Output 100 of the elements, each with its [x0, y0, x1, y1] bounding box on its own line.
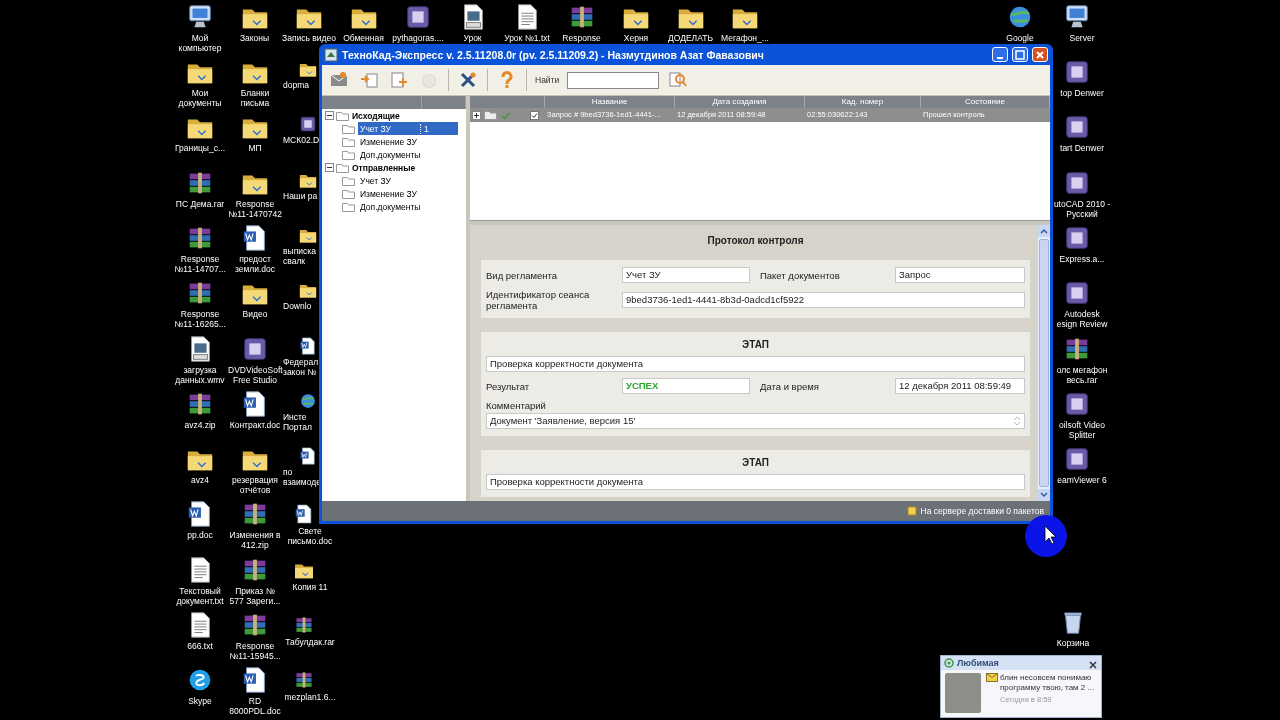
- input-field[interactable]: Проверка корректности документа: [486, 356, 1025, 372]
- desktop-icon-label[interactable]: Херня: [623, 33, 649, 43]
- word-document-icon[interactable]: [298, 335, 318, 356]
- desktop-icon-label[interactable]: Границы_с...: [174, 143, 226, 154]
- desktop-icon-label[interactable]: DVDVideoSoft Free Studio: [228, 364, 282, 385]
- desktop-icon-label[interactable]: олс мегафон весь.rar: [1053, 364, 1111, 385]
- expand-icon[interactable]: [472, 110, 481, 120]
- close-button[interactable]: [1032, 47, 1048, 62]
- application-icon[interactable]: [298, 114, 318, 135]
- column-header[interactable]: Кад. номер: [805, 96, 921, 108]
- desktop-icon-label[interactable]: Табулдак.rar: [285, 637, 335, 647]
- scroll-up-icon[interactable]: [1038, 225, 1050, 237]
- input-field[interactable]: Проверка корректности документа: [486, 474, 1025, 490]
- desktop-icon-label[interactable]: загрузка данных.wmv: [173, 364, 227, 385]
- scroll-down-icon[interactable]: [1038, 489, 1050, 501]
- desktop-icon-label[interactable]: Response №11-15945...: [228, 641, 282, 661]
- column-header[interactable]: Состояние: [921, 96, 1050, 108]
- minimize-button[interactable]: [992, 47, 1008, 62]
- desktop-icon-label[interactable]: Response №11-1470742: [228, 198, 282, 219]
- desktop-icon-label[interactable]: Видео: [242, 309, 268, 320]
- desktop-icon-label[interactable]: Response №11-16265...: [173, 309, 227, 330]
- desktop-icon-label[interactable]: резервация отчётов: [228, 475, 282, 496]
- desktop-icon-label[interactable]: tart Denwer: [1060, 143, 1104, 154]
- desktop-icon-label[interactable]: Downlo: [283, 301, 312, 312]
- input-field[interactable]: Учет ЗУ: [622, 267, 750, 283]
- desktop-icon-label[interactable]: Инсте Портал: [283, 411, 320, 432]
- checkbox[interactable]: [530, 110, 539, 120]
- tree-item[interactable]: Изменение ЗУ: [358, 135, 422, 148]
- desktop-icon-label[interactable]: МСК02.D: [283, 135, 320, 146]
- desktop-icon-label[interactable]: выписка свалк: [283, 245, 320, 266]
- import-icon: [359, 70, 379, 90]
- tree-item[interactable]: Изменение ЗУ: [358, 187, 422, 200]
- desktop-icon-label[interactable]: Наши ра: [283, 190, 318, 201]
- desktop-icon-label[interactable]: Контракт.doc: [229, 419, 281, 430]
- search-field[interactable]: [567, 71, 660, 89]
- desktop-icon-label[interactable]: Мой компьютер: [173, 33, 227, 53]
- desktop-icon-label[interactable]: Изменения в 412.zip: [228, 530, 282, 551]
- desktop-icon-label[interactable]: Урок: [463, 33, 482, 43]
- desktop-icon-label[interactable]: предост земли.doc: [228, 253, 282, 274]
- word-document-icon[interactable]: [298, 446, 318, 467]
- desktop-icon-label[interactable]: МП: [248, 143, 262, 154]
- input-field[interactable]: Документ 'Заявление, версия 15': [486, 413, 1025, 429]
- desktop-icon-label[interactable]: Бланки письма: [228, 88, 282, 108]
- collapse-icon[interactable]: [325, 163, 334, 172]
- desktop-icon-label[interactable]: Autodesk esign Review: [1053, 309, 1111, 330]
- desktop-icon-label[interactable]: pp.doc: [187, 530, 213, 541]
- minimize-icon: [997, 56, 1003, 59]
- desktop-icon-label[interactable]: utoCAD 2010 - Русский: [1053, 198, 1111, 219]
- collapse-icon[interactable]: [325, 111, 334, 120]
- desktop-icon-label[interactable]: Запись видео: [282, 33, 336, 43]
- scrollbar[interactable]: [1038, 225, 1050, 501]
- desktop-icon-label[interactable]: Копия 11: [292, 581, 328, 592]
- desktop-icon-label[interactable]: Express.a...: [1059, 253, 1105, 264]
- desktop-icon-label[interactable]: ДОДЕЛАТЬ: [668, 33, 713, 43]
- column-header[interactable]: Название: [545, 96, 675, 108]
- notification-title: Любимая: [957, 658, 1000, 668]
- tree-item[interactable]: Учет ЗУ 1: [358, 122, 458, 135]
- desktop-icon-label[interactable]: RD 8000PDL.doc: [228, 696, 282, 717]
- desktop-icon-label[interactable]: Корзина: [1056, 638, 1090, 648]
- desktop-icon-label[interactable]: oilsoft Video Splitter: [1053, 419, 1111, 440]
- desktop-icon-label[interactable]: dopma: [283, 80, 309, 90]
- desktop-icon-label[interactable]: Обменная: [343, 33, 384, 43]
- desktop-icon-label[interactable]: pythagoras....: [392, 33, 444, 43]
- desktop-icon-label[interactable]: Response: [562, 33, 601, 43]
- input-field[interactable]: 12 декабря 2011 08:59:49: [895, 378, 1025, 394]
- desktop-icon-label[interactable]: Законы: [239, 33, 270, 43]
- tree-item[interactable]: Учет ЗУ: [358, 174, 422, 187]
- desktop-icon-label[interactable]: Урок №1.txt: [504, 33, 550, 43]
- desktop-icon-label[interactable]: 666.txt: [187, 641, 213, 651]
- photo-placeholder: [945, 673, 981, 713]
- desktop-icon-label[interactable]: Свете письмо.doc: [283, 526, 337, 547]
- desktop-icon-label[interactable]: Skype: [188, 696, 212, 707]
- desktop-icon-label[interactable]: top Denwer: [1060, 88, 1104, 98]
- desktop-icon-label[interactable]: Мои документы: [173, 88, 227, 108]
- desktop-icon-label[interactable]: Текстовый документ.txt: [173, 585, 227, 606]
- desktop-icon-label[interactable]: Google: [1006, 33, 1034, 43]
- desktop-icon-label[interactable]: Мегафон_...: [721, 33, 769, 43]
- input-field[interactable]: Запрос: [895, 267, 1025, 283]
- close-button[interactable]: [1088, 658, 1098, 668]
- tree-item[interactable]: Доп.документы: [358, 148, 422, 161]
- tree-item[interactable]: Отправленные: [352, 162, 416, 173]
- status-text: На сервере доставки 0 пакетов: [920, 506, 1044, 516]
- close-icon: [1035, 49, 1045, 60]
- tree-item[interactable]: Исходящие: [352, 110, 400, 121]
- desktop-icon-label[interactable]: mezplan1.6...: [284, 692, 336, 703]
- desktop-icon-label[interactable]: eamViewer 6: [1057, 475, 1107, 486]
- desktop-icon-label[interactable]: Server: [1069, 33, 1095, 43]
- desktop-icon-label[interactable]: avz4.zip: [184, 419, 216, 430]
- desktop-icon-label[interactable]: ПС Дема.rar: [175, 198, 225, 209]
- add-document-icon: [389, 70, 409, 90]
- field-label: Вид регламента: [486, 269, 559, 281]
- column-header[interactable]: Дата создания: [675, 96, 805, 108]
- desktop-icon-label[interactable]: Приказ № 577 Зареги...: [228, 585, 282, 606]
- input-field[interactable]: 9bed3736-1ed1-4441-8b3d-0adcd1cf5922: [622, 292, 1025, 308]
- desktop-icon-label[interactable]: avz4: [191, 475, 209, 486]
- desktop-icon-label[interactable]: по взаимоде: [283, 467, 320, 488]
- desktop-icon-label[interactable]: Федерал закон №: [283, 356, 320, 377]
- tree-item[interactable]: Доп.документы: [358, 200, 422, 213]
- maximize-button[interactable]: [1012, 47, 1028, 62]
- desktop-icon-label[interactable]: Response №11-14707...: [173, 253, 227, 274]
